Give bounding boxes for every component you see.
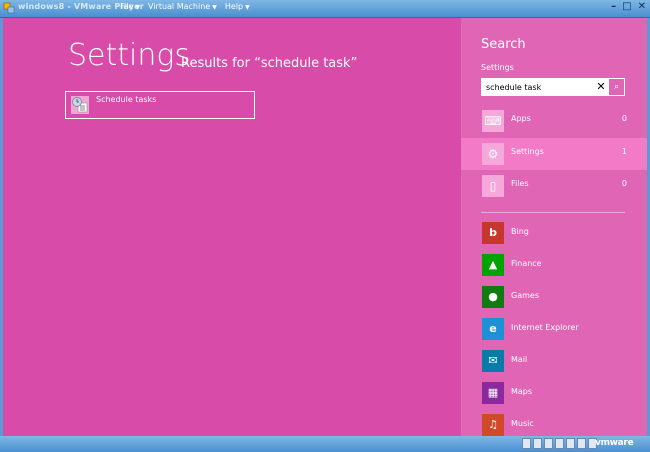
gear-icon: ⚙: [482, 143, 504, 165]
device-tray: [522, 438, 597, 449]
status-bar: vmware: [0, 436, 650, 452]
page-title: Settings: [68, 38, 191, 73]
search-category-apps[interactable]: ⌨ Apps 0: [461, 105, 647, 137]
app-label: Games: [511, 291, 539, 300]
app-label: Music: [511, 419, 534, 428]
search-app-music[interactable]: ♫ Music: [461, 414, 647, 436]
menu-help[interactable]: Help ▼: [225, 2, 250, 11]
category-label: Files: [511, 179, 529, 188]
minimize-button[interactable]: –: [611, 1, 616, 12]
chevron-down-icon: ▼: [245, 4, 250, 11]
search-app-internet-explorer[interactable]: e Internet Explorer: [461, 318, 647, 344]
sound-icon[interactable]: [566, 438, 575, 449]
category-label: Settings: [511, 147, 544, 156]
divider: [481, 212, 625, 213]
category-count: 0: [621, 179, 627, 188]
music-icon: ♫: [482, 414, 504, 436]
search-category-settings[interactable]: ⚙ Settings 1: [461, 138, 647, 170]
vmware-app-icon: [3, 2, 15, 14]
app-label: Finance: [511, 259, 542, 268]
category-label: Apps: [511, 114, 531, 123]
games-icon: ●: [482, 286, 504, 308]
title-bar: windows8 - VMware Player File ▼ Virtual M…: [0, 0, 650, 18]
result-item-schedule-tasks[interactable]: Schedule tasks: [65, 91, 255, 119]
chevron-down-icon: ▼: [212, 4, 217, 11]
bing-icon: b: [482, 222, 504, 244]
app-label: Bing: [511, 227, 529, 236]
search-category-files[interactable]: ▯ Files 0: [461, 170, 647, 202]
search-app-games[interactable]: ● Games: [461, 286, 647, 312]
task-scheduler-icon: [71, 96, 89, 114]
chevron-down-icon: ▼: [135, 4, 141, 11]
search-app-maps[interactable]: ▦ Maps: [461, 382, 647, 408]
menu-virtual-machine[interactable]: Virtual Machine ▼: [148, 2, 217, 11]
search-icon: ⌕: [613, 82, 620, 92]
mail-icon: ✉: [482, 350, 504, 372]
hard-disk-icon[interactable]: [522, 438, 531, 449]
search-title: Search: [481, 37, 526, 52]
search-box: ✕ ⌕: [481, 78, 625, 96]
search-scope-label: Settings: [481, 63, 514, 72]
app-label: Mail: [511, 355, 528, 364]
app-label: Maps: [511, 387, 533, 396]
category-count: 1: [621, 147, 627, 156]
app-label: Internet Explorer: [511, 323, 579, 332]
result-label: Schedule tasks: [96, 95, 157, 104]
maps-icon: ▦: [482, 382, 504, 404]
category-count: 0: [621, 114, 627, 123]
search-pane: Search Settings ✕ ⌕ ⌨ Apps 0 ⚙ Settings …: [461, 18, 647, 436]
usb-icon[interactable]: [555, 438, 564, 449]
network-icon[interactable]: [544, 438, 553, 449]
menu-file[interactable]: File ▼: [120, 2, 140, 11]
keyboard-icon: ⌨: [482, 110, 504, 132]
search-button[interactable]: ⌕: [608, 78, 625, 96]
clear-search-button[interactable]: ✕: [594, 79, 608, 95]
search-app-mail[interactable]: ✉ Mail: [461, 350, 647, 376]
close-button[interactable]: ✕: [638, 1, 646, 12]
results-pane: Settings Results for “schedule task” Sch…: [3, 18, 461, 436]
menu-bar: File ▼ Virtual Machine ▼ Help ▼: [120, 2, 250, 11]
cd-drive-icon[interactable]: [533, 438, 542, 449]
search-app-bing[interactable]: b Bing: [461, 222, 647, 248]
vmware-logo: vmware: [595, 438, 634, 448]
maximize-button[interactable]: □: [622, 1, 631, 12]
printer-icon[interactable]: [577, 438, 586, 449]
vm-screen: Settings Results for “schedule task” Sch…: [3, 18, 647, 436]
file-icon: ▯: [482, 175, 504, 197]
finance-icon: ▲: [482, 254, 504, 276]
search-input[interactable]: [481, 78, 594, 96]
window-controls: – □ ✕: [611, 1, 646, 12]
results-for-label: Results for “schedule task”: [181, 56, 358, 71]
internet-explorer-icon: e: [482, 318, 504, 340]
search-app-finance[interactable]: ▲ Finance: [461, 254, 647, 280]
